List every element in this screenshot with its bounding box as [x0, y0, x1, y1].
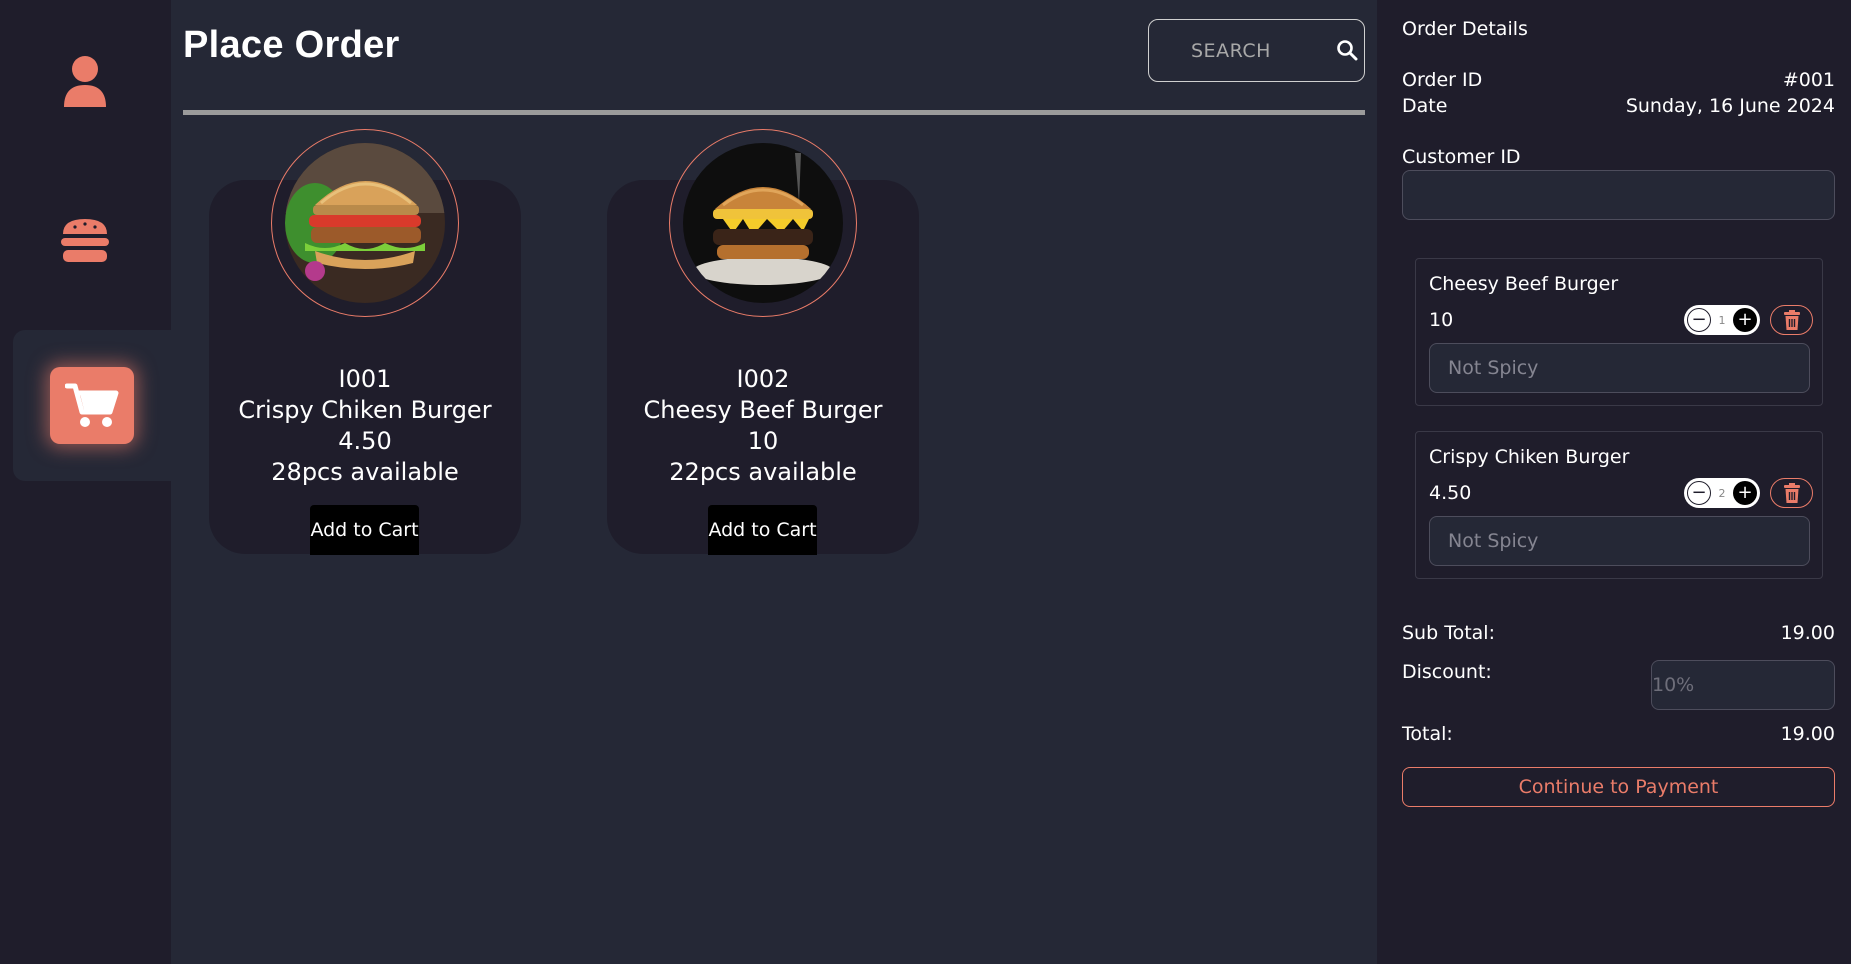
burger-icon [61, 219, 109, 262]
subtotal-label: Sub Total: [1402, 622, 1495, 644]
delete-item-button[interactable] [1770, 305, 1813, 335]
product-id: I001 [338, 365, 392, 393]
product-image-ring [669, 129, 857, 317]
product-image [285, 143, 445, 303]
page-title: Place Order [183, 24, 400, 66]
plus-icon[interactable]: + [1733, 308, 1757, 332]
product-price: 10 [747, 427, 779, 455]
discount-input[interactable] [1651, 660, 1835, 710]
minus-icon[interactable]: − [1687, 481, 1711, 505]
plus-icon[interactable]: + [1733, 481, 1757, 505]
trash-icon [1783, 483, 1800, 503]
product-info: I002 Cheesy Beef Burger 10 22pcs availab… [607, 364, 919, 488]
product-name: Cheesy Beef Burger [643, 396, 883, 424]
date-value: Sunday, 16 June 2024 [1625, 95, 1835, 117]
search-input[interactable] [1149, 39, 1329, 62]
product-card: I002 Cheesy Beef Burger 10 22pcs availab… [607, 129, 919, 555]
customer-id-label: Customer ID [1402, 146, 1521, 168]
sidebar-item-menu[interactable] [40, 196, 130, 286]
product-image-ring [271, 129, 459, 317]
sidebar-item-cart[interactable] [13, 330, 171, 481]
delete-item-button[interactable] [1770, 478, 1813, 508]
item-note-input[interactable] [1429, 516, 1810, 566]
order-item-price: 10 [1429, 309, 1454, 331]
user-icon [64, 56, 106, 107]
product-card: I001 Crispy Chiken Burger 4.50 28pcs ava… [209, 129, 521, 555]
quantity-value: 2 [1718, 486, 1726, 500]
cart-icon [65, 383, 119, 427]
quantity-stepper: − 2 + [1684, 478, 1760, 508]
search-icon[interactable] [1336, 39, 1358, 65]
trash-icon [1783, 310, 1800, 330]
product-price: 4.50 [338, 427, 392, 455]
order-id-value: #001 [1782, 69, 1835, 91]
order-details-panel: Order Details Order ID #001 Date Sunday,… [1377, 0, 1851, 964]
customer-id-input[interactable] [1402, 170, 1835, 220]
order-item: Crispy Chiken Burger 4.50 − 2 + [1415, 431, 1823, 579]
date-label: Date [1402, 95, 1448, 117]
quantity-value: 1 [1718, 313, 1726, 327]
subtotal-value: 19.00 [1780, 622, 1835, 644]
product-stock: 28pcs available [271, 458, 459, 486]
product-stock: 22pcs available [669, 458, 857, 486]
continue-to-payment-button[interactable]: Continue to Payment [1402, 767, 1835, 807]
add-to-cart-button[interactable]: Add to Cart [708, 505, 817, 555]
total-value: 19.00 [1780, 723, 1835, 745]
sidebar [0, 0, 171, 964]
product-info: I001 Crispy Chiken Burger 4.50 28pcs ava… [209, 364, 521, 488]
add-to-cart-button[interactable]: Add to Cart [310, 505, 419, 555]
order-item-name: Cheesy Beef Burger [1429, 273, 1619, 295]
product-id: I002 [736, 365, 790, 393]
order-id-label: Order ID [1402, 69, 1483, 91]
product-image [683, 143, 843, 303]
sidebar-item-profile[interactable] [40, 36, 130, 126]
discount-label: Discount: [1402, 661, 1492, 683]
search-box [1148, 19, 1365, 82]
order-item: Cheesy Beef Burger 10 − 1 + [1415, 258, 1823, 406]
minus-icon[interactable]: − [1687, 308, 1711, 332]
quantity-stepper: − 1 + [1684, 305, 1760, 335]
order-details-title: Order Details [1402, 18, 1528, 40]
header-divider [183, 110, 1365, 115]
order-item-price: 4.50 [1429, 482, 1472, 504]
cart-button[interactable] [50, 367, 134, 444]
total-label: Total: [1402, 723, 1453, 745]
product-name: Crispy Chiken Burger [238, 396, 492, 424]
order-item-name: Crispy Chiken Burger [1429, 446, 1630, 468]
item-note-input[interactable] [1429, 343, 1810, 393]
